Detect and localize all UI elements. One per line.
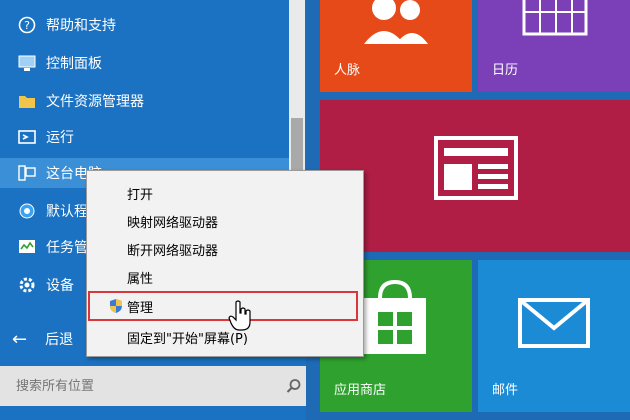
tile-label-mail: 邮件 [492, 383, 519, 398]
menu-item-label: 文件资源管理器 [46, 94, 144, 110]
help-icon: ? [18, 16, 36, 34]
ctx-item-label: 打开 [127, 187, 154, 203]
tile-calendar[interactable]: 日历 [478, 0, 630, 92]
svg-text:?: ? [24, 19, 30, 32]
store-icon [364, 279, 426, 354]
news-icon [434, 136, 518, 200]
arrow-left-icon: ← [12, 328, 28, 350]
tile-people[interactable]: 人脉 [320, 0, 472, 92]
tile-label-calendar: 日历 [492, 63, 519, 78]
ctx-item-label: 属性 [127, 271, 154, 287]
ctx-item-map-drive[interactable]: 映射网络驱动器 [87, 207, 363, 235]
ctx-item-label: 管理 [127, 300, 154, 316]
search-icon[interactable] [286, 378, 302, 394]
ctx-item-label: 断开网络驱动器 [127, 243, 219, 259]
control-panel-icon [18, 54, 36, 72]
ctx-item-properties[interactable]: 属性 [87, 263, 363, 291]
menu-item-help[interactable]: ? 帮助和支持 [0, 10, 290, 40]
run-icon [18, 128, 36, 146]
computer-icon [18, 164, 36, 182]
menu-item-label: 帮助和支持 [46, 18, 116, 34]
menu-item-control-panel[interactable]: 控制面板 [0, 48, 290, 78]
search-box[interactable] [0, 366, 306, 406]
mail-icon [518, 298, 590, 348]
back-label: 后退 [45, 332, 74, 348]
menu-item-label: 运行 [46, 130, 74, 146]
people-icon [364, 0, 428, 44]
tile-label-store: 应用商店 [334, 383, 387, 398]
task-manager-icon [18, 238, 36, 256]
ctx-item-manage[interactable]: 管理 [88, 291, 358, 321]
ctx-item-pin-start[interactable]: 固定到"开始"屏幕(P) [87, 323, 363, 351]
tile-label-people: 人脉 [334, 63, 361, 78]
ctx-item-open[interactable]: 打开 [87, 179, 363, 207]
search-input[interactable] [14, 377, 268, 395]
scrollbar-thumb[interactable] [291, 118, 303, 178]
context-menu: 打开 映射网络驱动器 断开网络驱动器 属性 管理 固定到"开始"屏幕(P) [86, 170, 364, 357]
tile-mail[interactable]: 邮件 [478, 260, 630, 412]
shield-icon [110, 299, 122, 313]
default-programs-icon [18, 202, 36, 220]
gear-icon [18, 276, 36, 294]
ctx-item-label: 映射网络驱动器 [127, 215, 219, 231]
tile-news[interactable]: 资讯 [320, 100, 630, 252]
menu-item-label: 控制面板 [46, 56, 102, 72]
folder-icon [18, 92, 36, 110]
menu-item-file-explorer[interactable]: 文件资源管理器 [0, 86, 290, 116]
calendar-icon [522, 0, 588, 36]
ctx-item-disconnect-drive[interactable]: 断开网络驱动器 [87, 235, 363, 263]
menu-item-run[interactable]: 运行 [0, 122, 290, 152]
menu-item-label: 设备 [46, 278, 74, 294]
hand-cursor-icon [228, 300, 251, 331]
